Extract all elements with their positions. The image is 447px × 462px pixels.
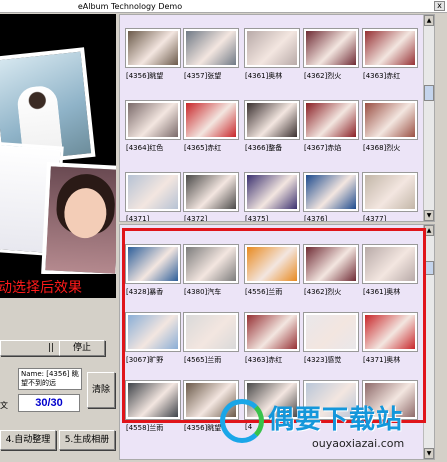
thumbnail-label: [4377] [363,215,387,222]
thumbnail-label: [4376] [304,215,328,222]
thumbnail-image[interactable] [245,101,299,139]
thumbnail-image[interactable] [126,173,180,211]
app-window: eAlbum Technology Demo x 动选择后效果 || 停止 Na… [0,0,447,462]
preview-caption: 动选择后效果 [0,274,116,298]
thumbnail-image[interactable] [245,313,299,351]
top-gallery-scrollbar[interactable]: ▲ ▼ [423,15,434,221]
thumbnail-label: [4363]赤红 [245,356,283,364]
thumbnail-image[interactable] [126,29,180,67]
thumbnail-image[interactable] [304,173,358,211]
thumbnail-label: [4380]汽车 [184,288,222,296]
scroll-thumb[interactable] [424,85,434,101]
thumbnail-image[interactable] [363,101,417,139]
thumbnail-image[interactable] [184,101,238,139]
left-label: 文 [0,401,8,410]
site-watermark: 偶要下载站 ouyaoxiazai.com [220,395,440,459]
clear-button[interactable]: 清除 [87,372,115,408]
thumbnail-image[interactable] [363,313,417,351]
scroll-down-icon[interactable]: ▼ [424,210,434,221]
thumbnail-image[interactable] [245,29,299,67]
thumbnail-image[interactable] [363,245,417,283]
thumbnail-label: [4356]眺望 [126,72,164,80]
thumbnail-label: [4361]奥林 [363,288,401,296]
scroll-thumb[interactable] [424,261,434,275]
thumbnail-image[interactable] [126,101,180,139]
thumbnail-image[interactable] [126,245,180,283]
thumbnail-image[interactable] [363,29,417,67]
name-field[interactable]: Name: [4356] 眺 望不到的远 [18,368,82,390]
thumbnail-image[interactable] [304,313,358,351]
watermark-title: 偶要下载站 [268,405,404,435]
album-preview: 动选择后效果 [0,14,116,298]
thumbnail-label: [4556]兰雨 [245,288,283,296]
scroll-up-icon[interactable]: ▲ [424,15,434,26]
thumbnail-image[interactable] [184,245,238,283]
thumbnail-label: [4371] [126,215,150,222]
auto-sort-button[interactable]: 4.自动整理 [0,430,56,450]
thumbnail-image[interactable] [304,101,358,139]
preview-photo-portrait [41,162,116,278]
thumbnail-label: [4323]感觉 [304,356,342,364]
thumbnail-label: [4365]赤红 [184,144,222,152]
thumbnail-label: [4367]赤焰 [304,144,342,152]
thumbnail-label: [3067]旷野 [126,356,164,364]
thumbnail-label: [4366]整备 [245,144,283,152]
thumbnail-label: [4357]张望 [184,72,222,80]
scroll-up-icon[interactable]: ▲ [424,225,434,236]
top-gallery[interactable]: ▲ ▼ [4356]眺望 [4357]张望 [4361]奥林 [4362]烈火 [436… [119,14,435,222]
thumbnail-image[interactable] [184,173,238,211]
thumbnail-label: [4361]奥林 [245,72,283,80]
thumbnail-image[interactable] [363,173,417,211]
close-button[interactable]: x [434,1,445,11]
thumbnail-image[interactable] [184,29,238,67]
thumbnail-label: [4372] [184,215,208,222]
thumbnail-image[interactable] [304,29,358,67]
thumbnail-image[interactable] [126,381,180,419]
thumbnail-label: [4328]暴香 [126,288,164,296]
window-title: eAlbum Technology Demo [77,2,183,11]
thumbnail-image[interactable] [184,313,238,351]
thumbnail-label: [4375] [245,215,269,222]
stop-button[interactable]: 停止 [59,340,105,356]
thumbnail-image[interactable] [245,173,299,211]
photo-counter: 30/30 [18,394,80,412]
thumbnail-image[interactable] [245,245,299,283]
name-line-2: 望不到的远 [21,379,56,387]
watermark-url: ouyaoxiazai.com [312,437,405,450]
thumbnail-label: [4363]赤红 [363,72,401,80]
title-bar: eAlbum Technology Demo x [0,0,447,13]
thumbnail-label: [4558]兰雨 [126,424,164,432]
thumbnail-label: [4368]烈火 [363,144,401,152]
thumbnail-image[interactable] [304,245,358,283]
watermark-logo-icon [220,399,264,443]
thumbnail-label: [4362]烈火 [304,72,342,80]
name-line-1: Name: [4356] 眺 [21,370,79,378]
thumbnail-label: [4371]奥林 [363,356,401,364]
thumbnail-label: [4565]兰雨 [184,356,222,364]
thumbnail-label: [4364]红色 [126,144,164,152]
thumbnail-label: [4362]烈火 [304,288,342,296]
thumbnail-image[interactable] [126,313,180,351]
make-album-button[interactable]: 5.生成相册 [59,430,115,450]
